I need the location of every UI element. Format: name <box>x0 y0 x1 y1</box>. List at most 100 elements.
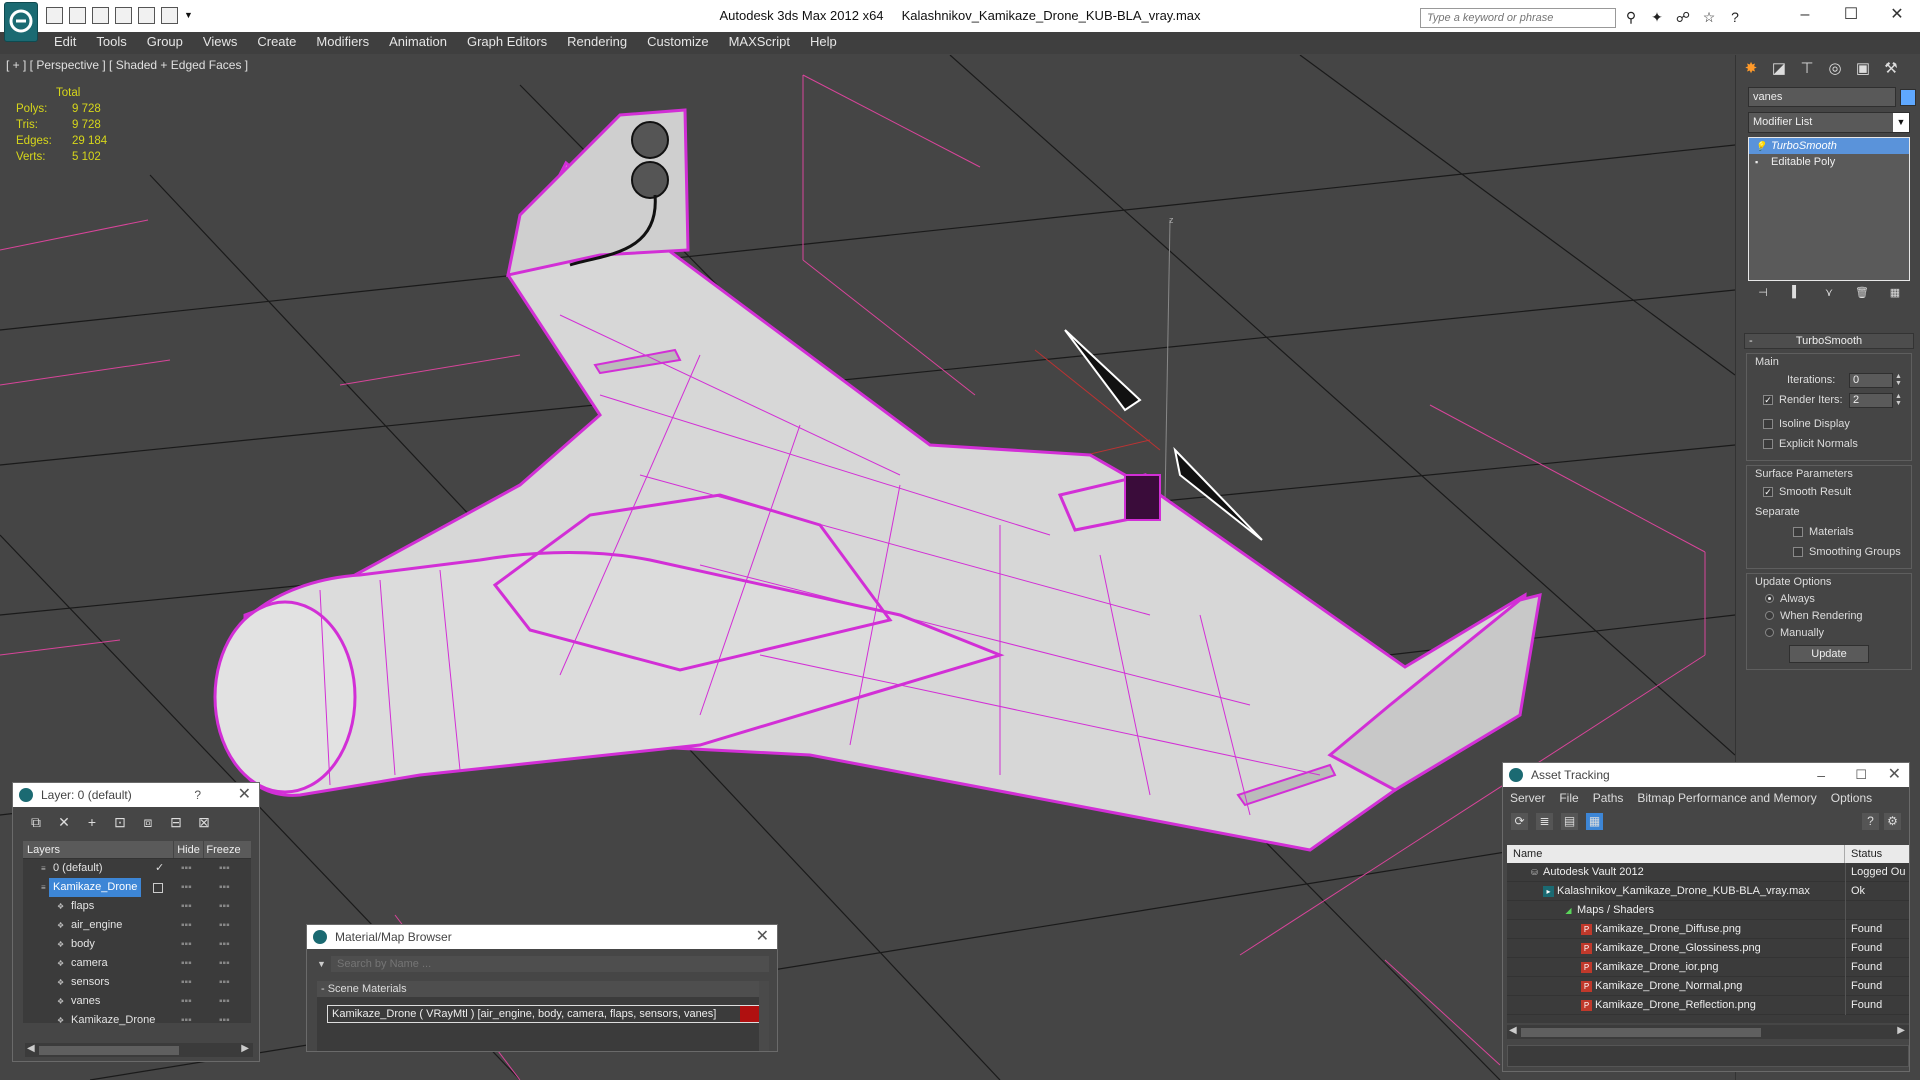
hide-toggle[interactable]: ▪▪▪ <box>181 935 192 954</box>
create-tab-icon[interactable]: ✸ <box>1740 58 1762 80</box>
freeze-toggle[interactable]: ▪▪▪ <box>219 859 230 878</box>
hierarchy-tab-icon[interactable]: ⊤ <box>1796 58 1818 80</box>
asset-horizontal-scrollbar[interactable]: ◀ ▶ <box>1507 1025 1909 1039</box>
freeze-toggle[interactable]: ▪▪▪ <box>219 973 230 992</box>
close-icon[interactable]: ✕ <box>756 925 769 949</box>
asset-tracking-titlebar[interactable]: Asset Tracking – ☐ ✕ <box>1503 763 1909 787</box>
communication-icon[interactable]: ☍ <box>1674 8 1692 26</box>
modify-tab-icon[interactable]: ◪ <box>1768 58 1790 80</box>
rollout-header[interactable]: - TurboSmooth <box>1744 333 1914 349</box>
asset-row[interactable]: P Kamikaze_Drone_ior.png Found <box>1507 958 1909 977</box>
material-item[interactable]: Kamikaze_Drone ( VRayMtl ) [air_engine, … <box>327 1005 763 1023</box>
render-iters-checkbox[interactable]: ✓ <box>1763 395 1773 405</box>
create-layer-icon[interactable]: ⧉ <box>27 813 45 831</box>
freeze-toggle[interactable]: ▪▪▪ <box>219 954 230 973</box>
isoline-checkbox[interactable] <box>1763 419 1773 429</box>
delete-layer-icon[interactable]: ✕ <box>55 813 73 831</box>
expand-plus-icon[interactable]: ▪ <box>1755 157 1765 167</box>
pin-stack-icon[interactable]: ⊣ <box>1754 286 1772 302</box>
col-freeze[interactable]: Freeze <box>203 841 243 858</box>
stack-item-editable-poly[interactable]: ▪ Editable Poly <box>1749 154 1909 170</box>
keyword-search-input[interactable] <box>1421 9 1615 27</box>
add-to-layer-icon[interactable]: + <box>83 813 101 831</box>
object-row[interactable]: ❖ vanes ▪▪▪ ▪▪▪ <box>23 992 251 1011</box>
subscription-icon[interactable]: ✦ <box>1648 8 1666 26</box>
scroll-left-icon[interactable]: ◀ <box>1509 1025 1517 1036</box>
table-view-icon[interactable]: ▦ <box>1586 812 1603 830</box>
freeze-toggle[interactable]: ▪▪▪ <box>219 897 230 916</box>
material-browser-titlebar[interactable]: Material/Map Browser ✕ <box>307 925 777 949</box>
hide-toggle[interactable]: ▪▪▪ <box>181 897 192 916</box>
project-folder-icon[interactable] <box>161 7 178 24</box>
spinner-arrows-icon[interactable]: ▲ ▼ <box>1895 373 1903 388</box>
spinner-arrows-icon[interactable]: ▲ ▼ <box>1895 393 1903 408</box>
maximize-icon[interactable]: ☐ <box>1855 763 1867 787</box>
materials-checkbox[interactable] <box>1793 527 1803 537</box>
object-row[interactable]: ❖ camera ▪▪▪ ▪▪▪ <box>23 954 251 973</box>
undo-icon[interactable] <box>115 7 132 24</box>
hide-toggle[interactable]: ▪▪▪ <box>181 954 192 973</box>
scrollbar-thumb[interactable] <box>1521 1028 1761 1037</box>
asset-menu-options[interactable]: Options <box>1824 787 1879 809</box>
col-name[interactable]: Name <box>1507 845 1845 863</box>
scrollbar-thumb[interactable] <box>39 1046 179 1055</box>
menu-edit[interactable]: Edit <box>44 32 86 54</box>
menu-tools[interactable]: Tools <box>86 32 136 54</box>
object-row[interactable]: ❖ sensors ▪▪▪ ▪▪▪ <box>23 973 251 992</box>
open-file-icon[interactable] <box>46 7 63 24</box>
infocenter-search[interactable] <box>1420 8 1616 28</box>
menu-maxscript[interactable]: MAXScript <box>719 32 800 54</box>
object-row[interactable]: ❖ body ▪▪▪ ▪▪▪ <box>23 935 251 954</box>
asset-row[interactable]: P Kamikaze_Drone_Diffuse.png Found <box>1507 920 1909 939</box>
hide-toggle[interactable]: ▪▪▪ <box>181 916 192 935</box>
binoculars-icon[interactable]: ⚲ <box>1622 8 1640 26</box>
asset-row[interactable]: ▸ Kalashnikov_Kamikaze_Drone_KUB-BLA_vra… <box>1507 882 1909 901</box>
menu-rendering[interactable]: Rendering <box>557 32 637 54</box>
browser-options-icon[interactable]: ▼ <box>317 959 331 969</box>
menu-group[interactable]: Group <box>137 32 193 54</box>
render-iters-spinner[interactable]: 2 <box>1849 392 1893 408</box>
drone-model[interactable] <box>213 108 1542 852</box>
display-tab-icon[interactable]: ▣ <box>1852 58 1874 80</box>
utilities-tab-icon[interactable]: ⚒ <box>1880 58 1902 80</box>
help-icon[interactable]: ? <box>1726 8 1744 26</box>
redo-icon[interactable] <box>138 7 155 24</box>
hide-toggle[interactable]: ▪▪▪ <box>181 859 192 878</box>
smooth-result-checkbox[interactable]: ✓ <box>1763 487 1773 497</box>
help-icon[interactable]: ? <box>1862 812 1879 830</box>
motion-tab-icon[interactable]: ◎ <box>1824 58 1846 80</box>
freeze-toggle[interactable]: ▪▪▪ <box>219 878 230 897</box>
scroll-left-icon[interactable]: ◀ <box>27 1043 35 1054</box>
freeze-toggle[interactable]: ▪▪▪ <box>219 1011 230 1030</box>
asset-menu-file[interactable]: File <box>1552 787 1585 809</box>
current-layer-check-icon[interactable]: ✓ <box>155 859 164 878</box>
col-layers[interactable]: Layers <box>23 841 173 858</box>
lightbulb-icon[interactable]: 💡 <box>1755 141 1766 151</box>
object-color-swatch[interactable] <box>1900 89 1916 106</box>
asset-row[interactable]: P Kamikaze_Drone_Reflection.png Found <box>1507 996 1909 1015</box>
list-view-icon[interactable]: ≣ <box>1536 812 1553 830</box>
minimize-icon[interactable]: – <box>1817 763 1825 787</box>
scroll-right-icon[interactable]: ▶ <box>1897 1025 1905 1036</box>
new-scene-icon[interactable] <box>92 7 109 24</box>
asset-row[interactable]: P Kamikaze_Drone_Glossiness.png Found <box>1507 939 1909 958</box>
menu-modifiers[interactable]: Modifiers <box>306 32 379 54</box>
app-menu-button[interactable] <box>4 2 38 42</box>
iterations-spinner[interactable]: 0 <box>1849 372 1893 388</box>
asset-row[interactable]: P Kamikaze_Drone_Normal.png Found <box>1507 977 1909 996</box>
explicit-normals-checkbox[interactable] <box>1763 439 1773 449</box>
hide-toggle[interactable]: ▪▪▪ <box>181 878 192 897</box>
col-status[interactable]: Status <box>1845 845 1882 863</box>
asset-menu-paths[interactable]: Paths <box>1586 787 1631 809</box>
maximize-icon[interactable]: ☐ <box>1828 0 1874 30</box>
asset-menu-server[interactable]: Server <box>1503 787 1552 809</box>
show-end-result-icon[interactable]: ▌ <box>1787 286 1805 302</box>
close-icon[interactable]: ✕ <box>238 783 251 807</box>
material-vertical-scrollbar[interactable] <box>759 981 769 1051</box>
hide-toggle[interactable]: ▪▪▪ <box>181 1011 192 1030</box>
object-name-field[interactable] <box>1748 87 1896 107</box>
manually-radio[interactable] <box>1765 628 1774 637</box>
viewport-label[interactable]: [ + ] [ Perspective ] [ Shaded + Edged F… <box>6 58 248 72</box>
make-unique-icon[interactable]: ⋎ <box>1820 286 1838 302</box>
search-by-name-input[interactable] <box>331 956 769 972</box>
